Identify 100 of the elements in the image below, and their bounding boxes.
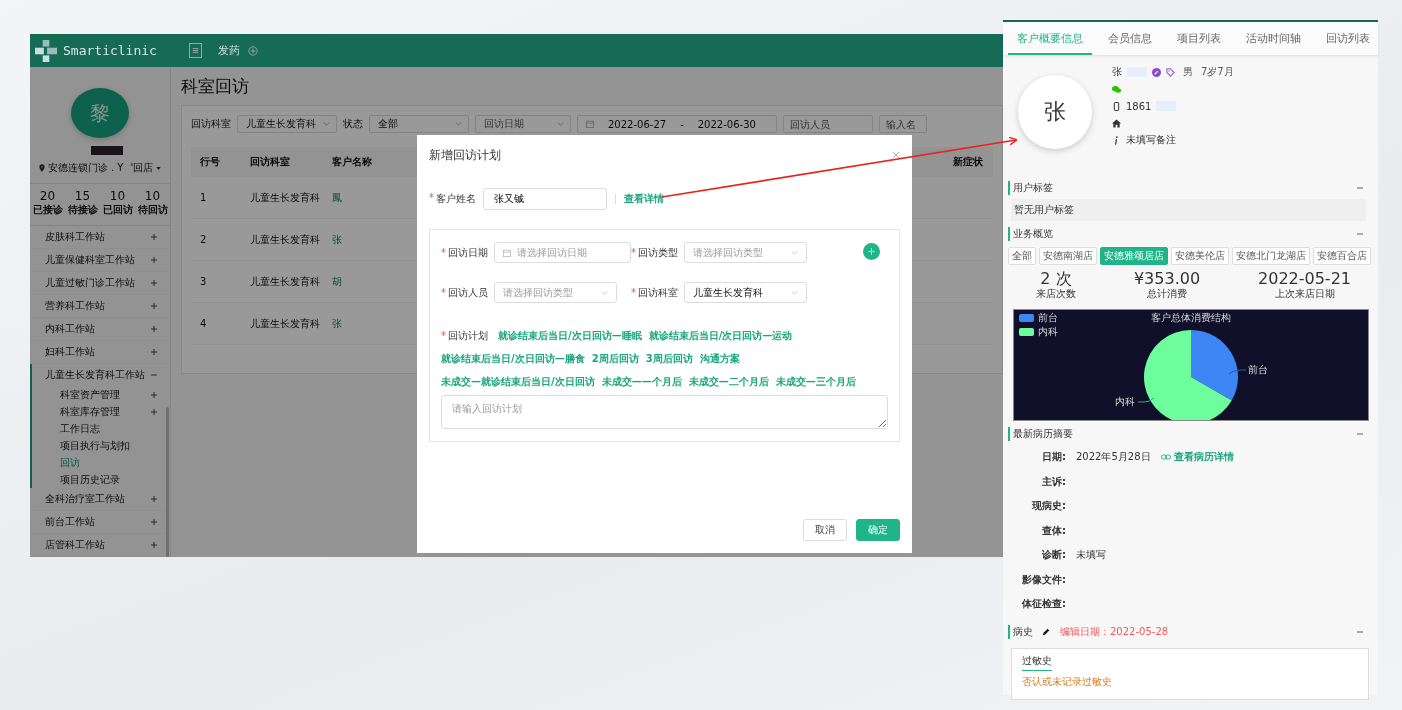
stat-label: 总计消费 bbox=[1147, 287, 1187, 301]
filter-select[interactable]: 回访日期 bbox=[475, 115, 571, 133]
plan-template-link[interactable]: 沟通方案 bbox=[699, 353, 740, 364]
field-label: 诊断: bbox=[1041, 548, 1066, 563]
plan-template-link[interactable]: 未成交—三个月后 bbox=[775, 376, 856, 387]
menu-item[interactable]: 妇科工作站 bbox=[30, 341, 170, 364]
table-cell-text: 3 bbox=[199, 276, 208, 287]
table-cell-text: 4 bbox=[199, 318, 208, 329]
customer-note: 未填写备注 bbox=[1126, 133, 1176, 147]
customer-age: 7岁7月 bbox=[1201, 65, 1234, 79]
table-cell-text: 儿童生长发育科 bbox=[249, 316, 321, 331]
table-cell-text: 1 bbox=[199, 192, 208, 203]
field-label: 回访日期 bbox=[448, 245, 488, 260]
tab[interactable]: 项目列表 bbox=[1168, 22, 1230, 55]
chart-title: 客户总体消费结构 bbox=[1151, 312, 1231, 323]
column-header: 客户名称 bbox=[331, 155, 372, 169]
column-header: 新症状 bbox=[952, 155, 984, 169]
store-filter-button[interactable]: 全部 bbox=[1008, 247, 1036, 265]
stat-value: ¥353.00 bbox=[1133, 270, 1201, 287]
store-filter-button[interactable]: 安德南湖店 bbox=[1039, 247, 1097, 265]
stat-value: 10 bbox=[109, 190, 126, 203]
submenu-item[interactable]: 项目历史记录 bbox=[32, 471, 170, 488]
menu-item[interactable]: 儿童生长发育科工作站 bbox=[30, 364, 170, 386]
select-field[interactable]: 儿童生长发育科 bbox=[684, 282, 807, 303]
submenu-item[interactable]: 工作日志 bbox=[32, 420, 170, 437]
field-label: 回访科室 bbox=[638, 285, 678, 300]
page-title: 科室回访 bbox=[181, 76, 250, 96]
plan-template-link[interactable]: 就诊结束后当日/次日回访—睡眠 bbox=[498, 330, 642, 341]
stat-label: 已回访 bbox=[102, 203, 133, 217]
plan-template-link[interactable]: 未成交—二个月后 bbox=[688, 376, 769, 387]
slice-label: 内科 bbox=[1115, 396, 1135, 407]
section-title: 用户标签 bbox=[1013, 181, 1053, 195]
stat-value: 2022-05-21 bbox=[1258, 270, 1351, 287]
store-filter-button[interactable]: 安德北门龙湖店 bbox=[1232, 247, 1310, 265]
menu-item[interactable]: 皮肤科工作站 bbox=[30, 226, 170, 249]
stat-value: 10 bbox=[144, 190, 161, 203]
table-cell-text: 2 bbox=[199, 234, 208, 245]
field-label: 体征检查: bbox=[1021, 597, 1066, 612]
table-cell-text: 胡 bbox=[331, 274, 342, 289]
brand-name: Smarticlinic bbox=[63, 43, 158, 58]
filter-input[interactable]: 输入名 bbox=[879, 115, 927, 133]
column-header: 回访科室 bbox=[249, 155, 291, 169]
plan-textarea[interactable]: 请输入回访计划 bbox=[441, 395, 888, 429]
field-label: 回访计划 bbox=[448, 330, 488, 341]
cancel-button[interactable]: 取消 bbox=[803, 519, 847, 541]
plan-template-link[interactable]: 就诊结束后当日/次日回访—膳食 bbox=[441, 353, 585, 364]
tab[interactable]: 过敏史 bbox=[1022, 653, 1052, 671]
filter-select[interactable]: 全部 bbox=[369, 115, 469, 133]
slice-label: 前台 bbox=[1248, 364, 1268, 375]
submenu-item[interactable]: 项目执行与划扣 bbox=[32, 437, 170, 454]
store-selector[interactable]: '回店 bbox=[130, 161, 154, 175]
top-nav-link[interactable]: 发药 bbox=[218, 43, 240, 58]
field-value: 未填写 bbox=[1076, 548, 1106, 563]
stat-label: 待回访 bbox=[137, 203, 168, 217]
legend-label: 前台 bbox=[1038, 312, 1058, 323]
submenu-item[interactable]: 科室库存管理 bbox=[32, 403, 170, 420]
tab[interactable]: 会员信息 bbox=[1099, 22, 1161, 55]
column-header: 行号 bbox=[199, 155, 221, 169]
plan-template-link[interactable]: 未成交—就诊结束后当日/次日回访 bbox=[441, 376, 595, 387]
store-filter-button[interactable]: 安德百合店 bbox=[1313, 247, 1371, 265]
field-label: 现病史: bbox=[1031, 499, 1066, 514]
legend-label: 内科 bbox=[1038, 326, 1058, 337]
store-filter-button[interactable]: 安德美伦店 bbox=[1171, 247, 1229, 265]
menu-item[interactable]: 营养科工作站 bbox=[30, 295, 170, 318]
view-details-link[interactable]: 查看详情 bbox=[624, 192, 664, 206]
menu-item[interactable]: 儿童保健科室工作站 bbox=[30, 249, 170, 272]
submenu-item[interactable]: 科室资产管理 bbox=[32, 386, 170, 403]
filter-input[interactable]: 回访人员 bbox=[783, 115, 873, 133]
plan-template-link[interactable]: 就诊结束后当日/次日回访—运动 bbox=[648, 330, 793, 341]
menu-item[interactable]: 儿童过敏门诊工作站 bbox=[30, 272, 170, 295]
table-cell-text: 儿童生长发育科 bbox=[249, 274, 321, 289]
table-cell-text: 鳳 bbox=[331, 190, 342, 205]
clinic-location: 安德连锁门诊 . Y bbox=[47, 161, 124, 175]
allergy-status: 否认或未记录过敏史 bbox=[1022, 674, 1113, 689]
stat-value: 2 次 bbox=[1040, 270, 1072, 287]
tab[interactable]: 回访列表 bbox=[1317, 22, 1379, 55]
field-label: 查体: bbox=[1041, 523, 1066, 538]
filter-label: 回访科室 bbox=[191, 117, 231, 131]
plan-template-link[interactable]: 未成交——个月后 bbox=[601, 376, 682, 387]
stat-label: 来店次数 bbox=[1036, 287, 1076, 301]
section-title: 最新病历摘要 bbox=[1013, 427, 1073, 441]
section-title: 业务概览 bbox=[1013, 227, 1053, 241]
customer-phone: 1861 bbox=[1126, 100, 1152, 112]
field-label: 回访类型 bbox=[638, 245, 678, 260]
record-date: 2022年5月28日 bbox=[1076, 450, 1151, 465]
filter-select[interactable]: 儿童生长发育科 bbox=[237, 115, 337, 133]
field-label: 客户姓名 bbox=[436, 192, 476, 206]
tab[interactable]: 活动时间轴 bbox=[1237, 22, 1310, 55]
customer-name-field[interactable]: 张又铖 bbox=[483, 188, 607, 210]
menu-item[interactable]: 内科工作站 bbox=[30, 318, 170, 341]
field-label: 主诉: bbox=[1041, 474, 1066, 489]
edit-date: 编辑日期：2022-05-28 bbox=[1060, 624, 1169, 639]
table-cell-text: 张 bbox=[331, 316, 342, 331]
user-avatar: 黎 bbox=[71, 88, 129, 139]
field-label: 回访人员 bbox=[448, 285, 488, 300]
date-range-field[interactable]: 2022-06-27 - 2022-06-30 bbox=[577, 115, 777, 133]
table-cell-text: 张 bbox=[331, 232, 342, 247]
stat-label: 已接诊 bbox=[32, 203, 63, 217]
filter-label: 状态 bbox=[343, 117, 363, 131]
table-cell-text: 儿童生长发育科 bbox=[249, 232, 321, 247]
